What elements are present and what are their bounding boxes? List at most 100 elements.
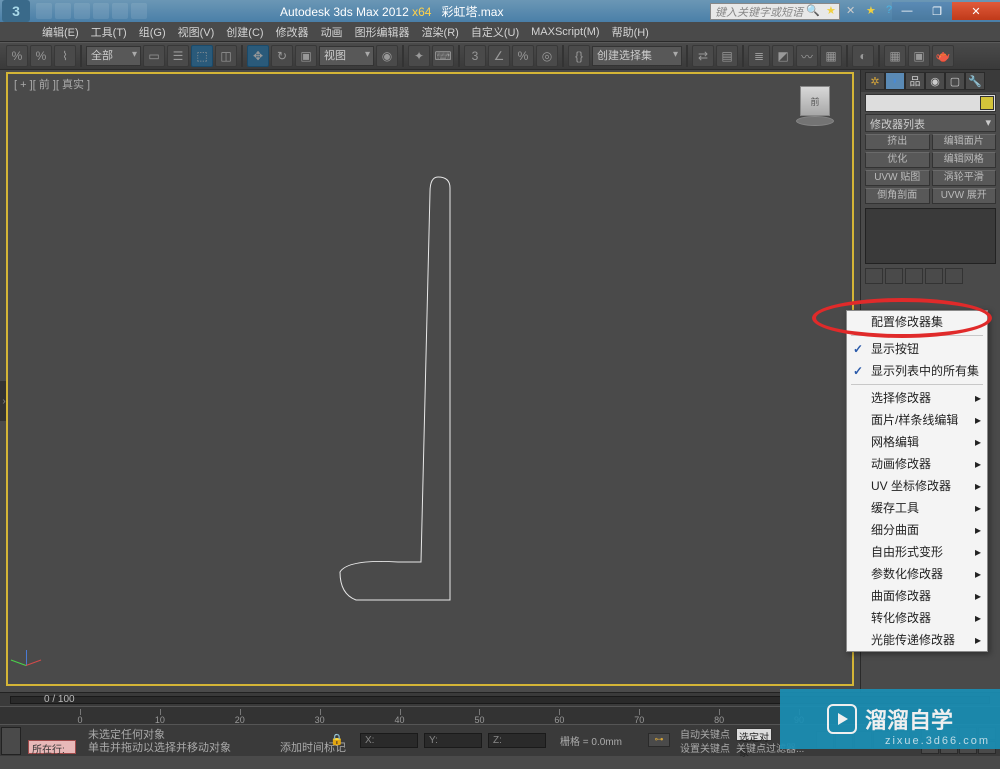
minimize-button[interactable]: —	[892, 2, 922, 20]
pivot-icon[interactable]: ◉	[376, 45, 398, 67]
ctx-conversion-modifiers[interactable]: 转化修改器	[847, 607, 987, 629]
angle-snap-icon[interactable]: ∠	[488, 45, 510, 67]
viewcube-face-icon[interactable]: 前	[800, 86, 830, 116]
set-key-button[interactable]: 设置关键点	[680, 740, 730, 755]
select-name-icon[interactable]: ☰	[167, 45, 189, 67]
mod-btn-turbosmooth[interactable]: 涡轮平滑	[932, 170, 997, 186]
ctx-subdivision-surfaces[interactable]: 细分曲面	[847, 519, 987, 541]
menu-edit[interactable]: 编辑(E)	[36, 22, 85, 42]
menu-help[interactable]: 帮助(H)	[606, 22, 655, 42]
modifier-stack[interactable]	[865, 208, 996, 264]
select-rect-icon[interactable]: ⬚	[191, 45, 213, 67]
favorite-icon[interactable]: ★	[866, 4, 880, 18]
ctx-parametric-modifiers[interactable]: 参数化修改器	[847, 563, 987, 585]
create-tab-icon[interactable]: ✲	[865, 72, 885, 90]
spline-shape[interactable]	[338, 174, 498, 614]
object-color-swatch[interactable]	[980, 96, 994, 110]
motion-tab-icon[interactable]: ◉	[925, 72, 945, 90]
mod-btn-bevelprofile[interactable]: 倒角剖面	[865, 188, 930, 204]
coord-z-input[interactable]: Z:	[488, 733, 546, 748]
menu-animation[interactable]: 动画	[315, 22, 349, 42]
display-tab-icon[interactable]: ▢	[945, 72, 965, 90]
ctx-show-buttons[interactable]: 显示按钮	[847, 338, 987, 360]
rotate-icon[interactable]: ↻	[271, 45, 293, 67]
ctx-radiosity-modifiers[interactable]: 光能传递修改器	[847, 629, 987, 651]
edit-named-sel-icon[interactable]: {}	[568, 45, 590, 67]
menu-maxscript[interactable]: MAXScript(M)	[525, 24, 605, 40]
viewport-label[interactable]: [ + ][ 前 ][ 真实 ]	[14, 76, 90, 92]
unlink-icon[interactable]: %	[30, 45, 52, 67]
viewport-front[interactable]: [ + ][ 前 ][ 真实 ] 前	[6, 72, 854, 686]
make-unique-icon[interactable]	[905, 268, 923, 284]
open-icon[interactable]	[55, 3, 71, 19]
object-name-input[interactable]	[865, 94, 996, 112]
select-icon[interactable]: ▭	[143, 45, 165, 67]
schematic-view-icon[interactable]: ▦	[820, 45, 842, 67]
pin-stack-icon[interactable]	[865, 268, 883, 284]
align-icon[interactable]: ▤	[716, 45, 738, 67]
selection-filter-combo[interactable]: 全部	[86, 46, 141, 66]
frame-indicator[interactable]: 0 / 100	[44, 694, 75, 705]
link-icon[interactable]: %	[6, 45, 28, 67]
menu-group[interactable]: 组(G)	[133, 22, 172, 42]
coord-x-input[interactable]: X:	[360, 733, 418, 748]
mod-btn-editpatch[interactable]: 编辑面片	[932, 134, 997, 150]
hierarchy-tab-icon[interactable]: 品	[905, 72, 925, 90]
subscription-icon[interactable]: ★	[826, 4, 840, 18]
curve-editor-icon[interactable]: 〰	[796, 45, 818, 67]
show-end-result-icon[interactable]	[885, 268, 903, 284]
spinner-snap-icon[interactable]: ◎	[536, 45, 558, 67]
menu-views[interactable]: 视图(V)	[172, 22, 221, 42]
scale-icon[interactable]: ▣	[295, 45, 317, 67]
viewcube[interactable]: 前	[796, 86, 834, 124]
maximize-button[interactable]: ❐	[922, 2, 952, 20]
menu-customize[interactable]: 自定义(U)	[465, 22, 525, 42]
modify-tab-icon[interactable]: ◗	[885, 72, 905, 90]
material-editor-icon[interactable]: ◐	[852, 45, 874, 67]
mirror-icon[interactable]: ⇄	[692, 45, 714, 67]
ctx-animation-modifiers[interactable]: 动画修改器	[847, 453, 987, 475]
new-icon[interactable]	[36, 3, 52, 19]
menu-graph-editors[interactable]: 图形编辑器	[349, 22, 416, 42]
menu-tools[interactable]: 工具(T)	[85, 22, 133, 42]
app-logo-icon[interactable]: 3	[2, 0, 30, 22]
redo-icon[interactable]	[112, 3, 128, 19]
exchange-icon[interactable]: ✕	[846, 4, 860, 18]
qat-more-icon[interactable]	[131, 3, 147, 19]
ctx-uv-modifiers[interactable]: UV 坐标修改器	[847, 475, 987, 497]
ctx-free-form-deformations[interactable]: 自由形式变形	[847, 541, 987, 563]
mod-btn-uvwunwrap[interactable]: UVW 展开	[932, 188, 997, 204]
ctx-patch-spline-editing[interactable]: 面片/样条线编辑	[847, 409, 987, 431]
menu-create[interactable]: 创建(C)	[220, 22, 269, 42]
ctx-cache-tools[interactable]: 缓存工具	[847, 497, 987, 519]
percent-snap-icon[interactable]: %	[512, 45, 534, 67]
modifier-list-combo[interactable]: 修改器列表	[865, 114, 996, 132]
render-setup-icon[interactable]: ▦	[884, 45, 906, 67]
mod-btn-uvwmap[interactable]: UVW 贴图	[865, 170, 930, 186]
search-icon[interactable]: 🔍	[806, 4, 820, 18]
lock-selection-icon[interactable]: 🔒	[330, 733, 344, 746]
macro-recorder-icon[interactable]	[1, 727, 21, 755]
utilities-tab-icon[interactable]: 🔧	[965, 72, 985, 90]
layers-icon[interactable]: ≣	[748, 45, 770, 67]
manipulate-icon[interactable]: ✦	[408, 45, 430, 67]
menu-modifiers[interactable]: 修改器	[270, 22, 315, 42]
ctx-surface-modifiers[interactable]: 曲面修改器	[847, 585, 987, 607]
remove-modifier-icon[interactable]	[925, 268, 943, 284]
ctx-configure-modifier-sets[interactable]: 配置修改器集	[847, 311, 987, 333]
named-selection-combo[interactable]: 创建选择集	[592, 46, 682, 66]
move-icon[interactable]: ✥	[247, 45, 269, 67]
window-crossing-icon[interactable]: ◫	[215, 45, 237, 67]
mod-btn-editmesh[interactable]: 编辑网格	[932, 152, 997, 168]
ctx-mesh-editing[interactable]: 网格编辑	[847, 431, 987, 453]
menu-rendering[interactable]: 渲染(R)	[416, 22, 465, 42]
coord-y-input[interactable]: Y:	[424, 733, 482, 748]
mod-btn-optimize[interactable]: 优化	[865, 152, 930, 168]
mod-btn-extrude[interactable]: 挤出	[865, 134, 930, 150]
keyboard-shortcut-icon[interactable]: ⌨	[432, 45, 454, 67]
close-button[interactable]: ✕	[952, 2, 1000, 20]
snap-toggle-icon[interactable]: 3	[464, 45, 486, 67]
set-key-icon[interactable]: ⊶	[648, 733, 670, 747]
ctx-show-all-sets[interactable]: 显示列表中的所有集	[847, 360, 987, 382]
ref-coord-combo[interactable]: 视图	[319, 46, 374, 66]
